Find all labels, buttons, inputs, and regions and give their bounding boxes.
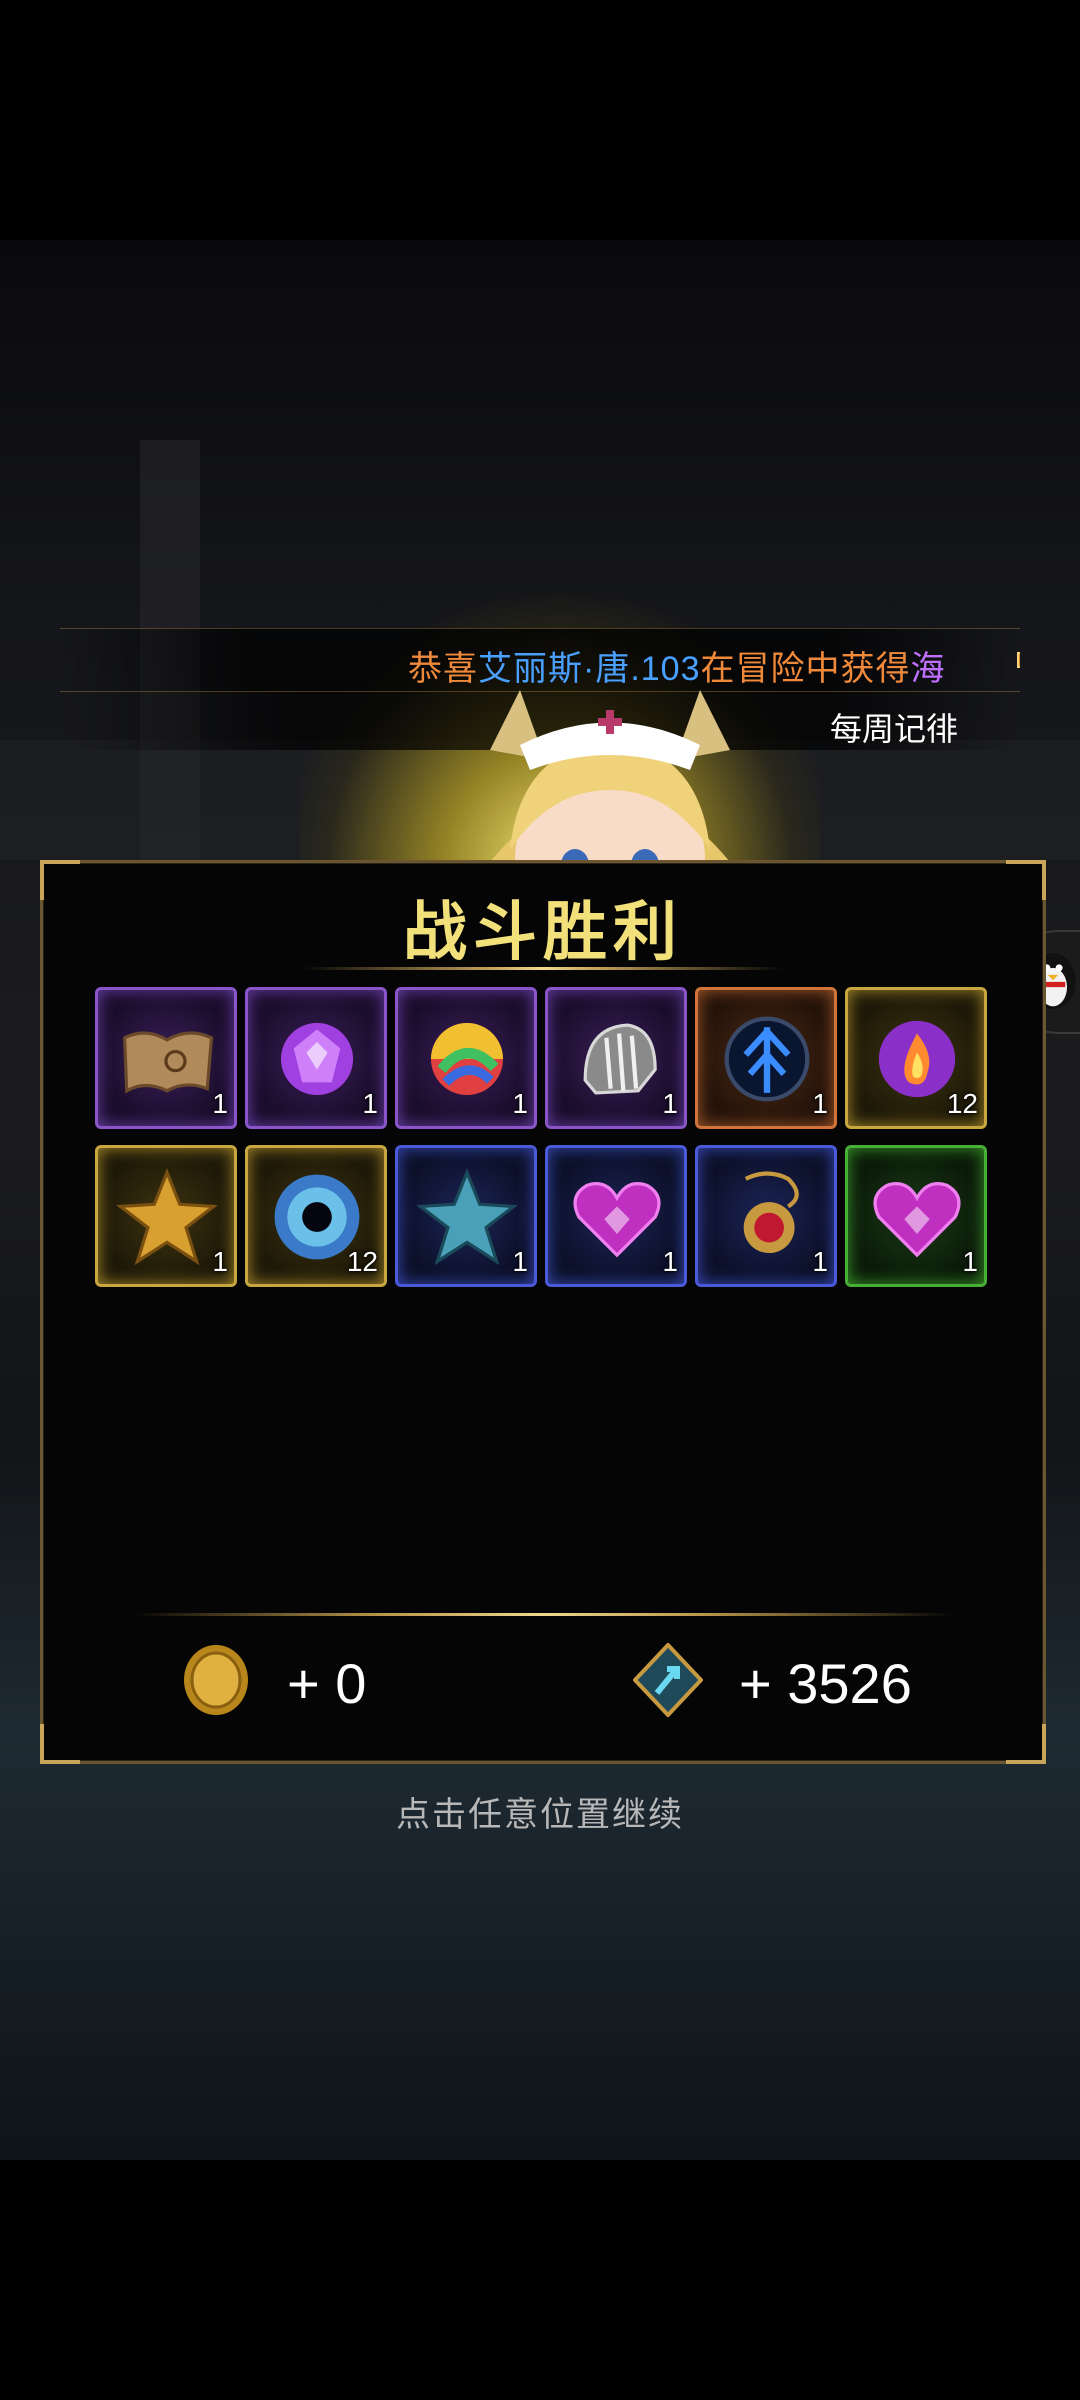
- victory-title: 战斗胜利: [403, 896, 683, 968]
- blue-rune-icon: [724, 1016, 810, 1102]
- reward-slot[interactable]: 1: [845, 1145, 987, 1287]
- broadcast-seg-1: 艾丽斯·唐.103: [478, 650, 701, 688]
- purple-heart-icon: [873, 1182, 961, 1258]
- silver-helmet-icon: [583, 1023, 657, 1095]
- exp-amount: + 3526: [739, 1652, 912, 1715]
- battle-result-panel: 战斗胜利 1 1 1 1 1 12 1 12 1 1 1 1 + 0 + 352…: [40, 860, 1046, 1764]
- item-count: 1: [512, 1088, 528, 1119]
- panel-corner-br: [1006, 1724, 1046, 1764]
- reward-slot[interactable]: 1: [245, 987, 387, 1129]
- reward-slot[interactable]: 12: [245, 1145, 387, 1287]
- gold-amount: + 0: [287, 1652, 367, 1715]
- item-count: 1: [662, 1088, 678, 1119]
- reward-slot[interactable]: 12: [845, 987, 987, 1129]
- item-count: 1: [212, 1246, 228, 1277]
- broadcast-text: 恭喜艾丽斯·唐.103在冒险中获得海: [408, 641, 946, 690]
- item-count: 12: [946, 1088, 978, 1119]
- rewards-divider: [133, 1613, 953, 1616]
- reward-slot[interactable]: 1: [95, 1145, 237, 1287]
- item-count: 1: [962, 1246, 978, 1277]
- item-count: 1: [812, 1088, 828, 1119]
- item-count: 1: [362, 1088, 378, 1119]
- broadcast-seg-3: 海: [910, 650, 946, 688]
- reward-slot[interactable]: 1: [695, 987, 837, 1129]
- item-count: 12: [346, 1246, 378, 1277]
- broadcast-seg-2: 在冒险中获得: [700, 650, 911, 688]
- panel-corner-bl: [40, 1724, 80, 1764]
- item-count: 1: [512, 1246, 528, 1277]
- reward-slot[interactable]: 1: [695, 1145, 837, 1287]
- rainbow-orb-icon: [430, 1022, 504, 1096]
- reward-slot[interactable]: 1: [395, 987, 537, 1129]
- reward-slot[interactable]: 1: [545, 1145, 687, 1287]
- ruby-amulet-icon: [743, 1171, 799, 1254]
- purple-heart-icon: [573, 1182, 661, 1258]
- reward-slot[interactable]: 1: [95, 987, 237, 1129]
- gold-star-icon: [116, 1168, 218, 1266]
- tap-to-continue-hint[interactable]: 点击任意位置继续: [0, 1787, 1080, 1836]
- broadcast-seg-0: 恭喜: [408, 650, 478, 688]
- item-count: 1: [662, 1246, 678, 1277]
- item-count: 1: [812, 1246, 828, 1277]
- megaphone-icon[interactable]: [1012, 635, 1020, 685]
- reward-slot[interactable]: 1: [545, 987, 687, 1129]
- gold-coin-icon: [184, 1645, 248, 1715]
- reward-slot[interactable]: 1: [395, 1145, 537, 1287]
- title-divider: [303, 967, 783, 970]
- secondary-ticker-text: 每周记徘: [830, 711, 959, 747]
- broadcast-ticker: 恭喜艾丽斯·唐.103在冒险中获得海: [60, 628, 1020, 692]
- exp-crystal-icon: [633, 1643, 703, 1717]
- map-scroll-icon: [122, 1031, 214, 1094]
- blue-star-icon: [416, 1168, 518, 1266]
- purple-gem-icon: [280, 1022, 354, 1096]
- item-count: 1: [212, 1088, 228, 1119]
